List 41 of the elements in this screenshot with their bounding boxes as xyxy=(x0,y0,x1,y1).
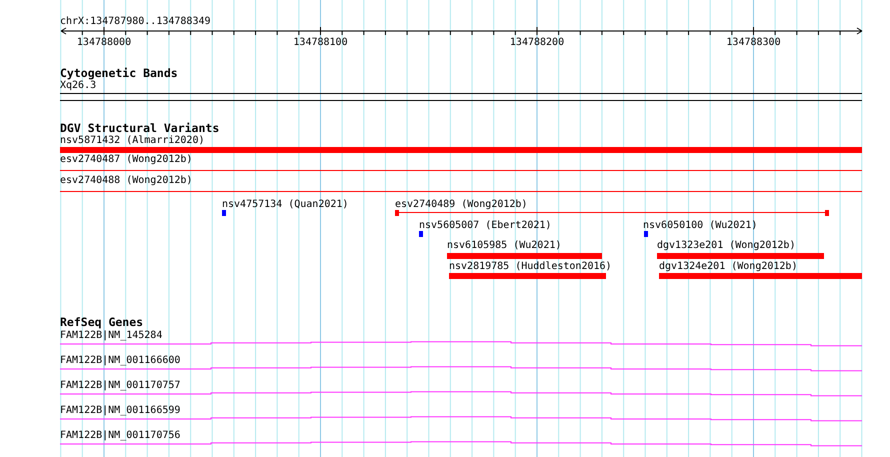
ruler-tick-label: 134788000 xyxy=(76,37,132,48)
gene-label: FAM122B|NM_001166600 xyxy=(60,355,180,366)
variant-label: nsv5605007 (Ebert2021) xyxy=(419,220,552,231)
variant-label: nsv2819785 (Huddleston2016) xyxy=(449,261,612,272)
transcript-line[interactable] xyxy=(60,366,862,372)
variant-label: dgv1324e201 (Wong2012b) xyxy=(659,261,798,272)
variant-label: dgv1323e201 (Wong2012b) xyxy=(657,240,796,251)
variant-label: nsv6105985 (Wu2021) xyxy=(447,240,562,251)
gene-label: FAM122B|NM_145284 xyxy=(60,330,162,341)
variant-span[interactable] xyxy=(395,210,829,216)
track-title: RefSeq Genes xyxy=(60,315,144,329)
gene-label: FAM122B|NM_001170756 xyxy=(60,430,180,441)
variant-bar[interactable] xyxy=(60,147,862,153)
band-label: Xq26.3 xyxy=(60,80,96,91)
ruler-tick-label: 134788300 xyxy=(726,37,781,48)
variant-label: nsv4757134 (Quan2021) xyxy=(222,199,348,210)
variant-line[interactable] xyxy=(60,191,862,192)
gene-label: FAM122B|NM_001166599 xyxy=(60,405,180,416)
variant-label: nsv5871432 (Almarri2020) xyxy=(60,135,204,146)
ruler-tick-label: 134788100 xyxy=(293,37,348,48)
variant-label: esv2740487 (Wong2012b) xyxy=(60,154,192,165)
variant-label: esv2740489 (Wong2012b) xyxy=(395,199,528,210)
variant-marker[interactable] xyxy=(222,210,226,216)
transcript-line[interactable] xyxy=(60,341,862,346)
variant-bar[interactable] xyxy=(449,273,606,279)
transcript-line[interactable] xyxy=(60,416,862,422)
variant-line[interactable] xyxy=(60,170,862,171)
track-title: DGV Structural Variants xyxy=(60,121,220,135)
variant-bar[interactable] xyxy=(659,273,862,279)
location-label: chrX:134787980..134788349 xyxy=(60,16,211,27)
track-title: Cytogenetic Bands xyxy=(60,66,178,80)
variant-label: esv2740488 (Wong2012b) xyxy=(60,175,192,186)
ruler-tick-label: 134788200 xyxy=(510,37,564,48)
transcript-line[interactable] xyxy=(60,441,862,446)
transcript-line[interactable] xyxy=(60,391,862,396)
variant-bar[interactable] xyxy=(657,253,824,259)
gene-label: FAM122B|NM_001170757 xyxy=(60,380,180,391)
variant-marker[interactable] xyxy=(419,231,423,237)
variant-label: nsv6050100 (Wu2021) xyxy=(643,220,758,231)
variant-bar[interactable] xyxy=(447,253,602,259)
variant-marker[interactable] xyxy=(644,231,648,237)
